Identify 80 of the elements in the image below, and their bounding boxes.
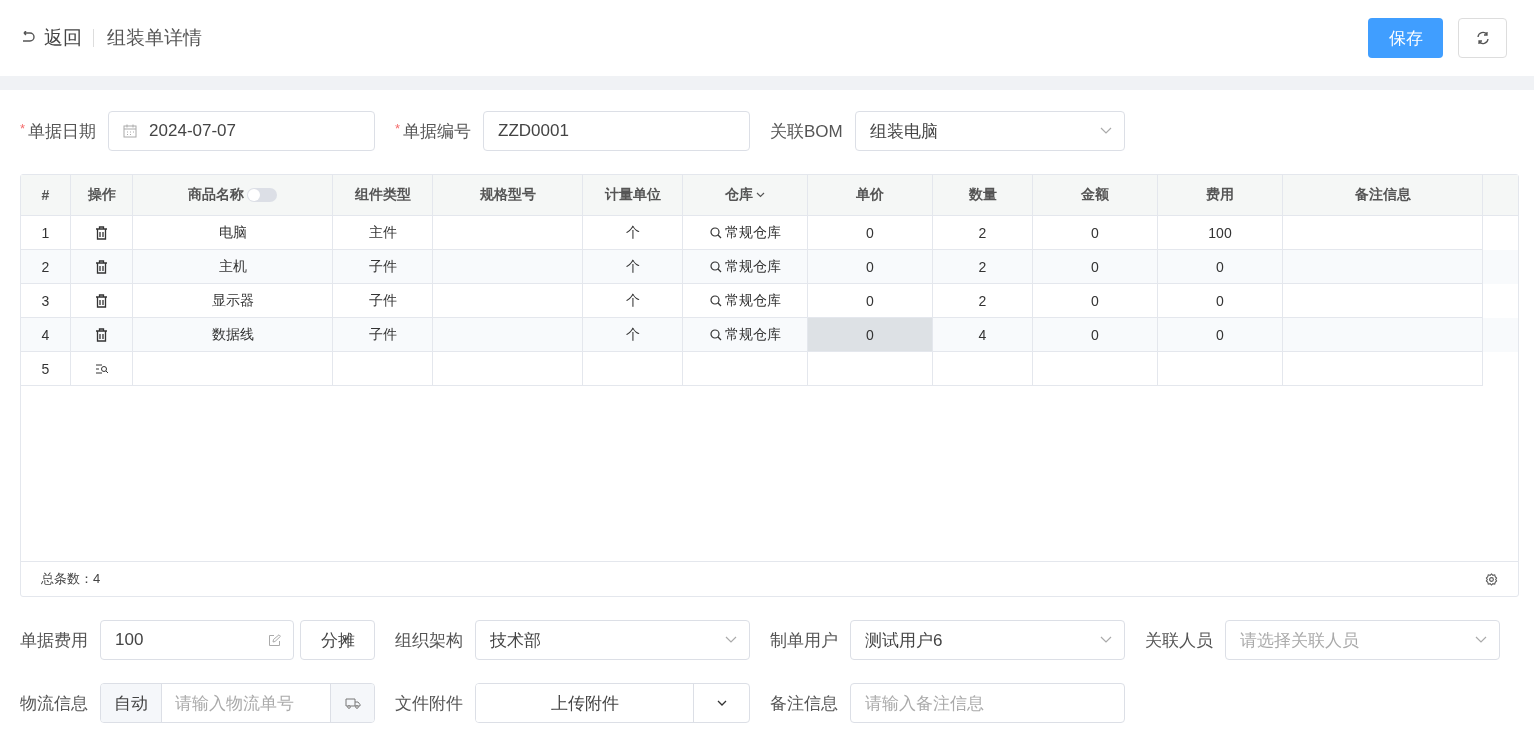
undo-icon <box>20 31 36 45</box>
select-field[interactable]: 测试用户6 <box>850 620 1125 660</box>
required-mark: * <box>395 121 401 136</box>
row-number: 5 <box>21 352 71 386</box>
chevron-down-icon <box>725 636 737 644</box>
row-number: 4 <box>21 318 71 352</box>
field-label: 关联BOM <box>770 120 844 143</box>
chevron-down-icon[interactable] <box>756 192 765 198</box>
select-field[interactable]: 组装电脑 <box>854 111 1125 151</box>
search-icon <box>709 294 722 307</box>
column-header: 单价 <box>808 175 933 215</box>
field-label: 关联人员 <box>1145 629 1214 652</box>
edit-icon <box>268 633 281 647</box>
table-cell: 个 <box>583 250 683 284</box>
date-field[interactable]: 2024-07-07 <box>108 111 375 151</box>
table-cell: 子件 <box>333 318 433 352</box>
column-header: # <box>21 175 71 215</box>
field-label: 单据日期 <box>28 120 98 143</box>
table-cell: 0 <box>1033 250 1158 284</box>
warehouse-link[interactable]: 常规仓库 <box>709 325 781 344</box>
table-cell: 主机 <box>133 250 333 284</box>
trash-icon[interactable] <box>95 259 108 274</box>
column-header: 备注信息 <box>1283 175 1483 215</box>
table-cell: 4 <box>933 318 1033 352</box>
chevron-down-icon <box>1475 636 1487 644</box>
column-header: 计量单位 <box>583 175 683 215</box>
table-cell: 个 <box>583 318 683 352</box>
warehouse-link[interactable]: 常规仓库 <box>709 257 781 276</box>
input-field[interactable]: ZZD0001 <box>483 111 750 151</box>
column-header: 金额 <box>1033 175 1158 215</box>
column-header: 仓库 <box>683 175 808 215</box>
refresh-button[interactable] <box>1458 18 1507 58</box>
table-cell: 子件 <box>333 250 433 284</box>
search-icon <box>709 260 722 273</box>
column-header: 商品名称 <box>133 175 333 215</box>
trash-icon[interactable] <box>95 225 108 240</box>
table-cell: 数据线 <box>133 318 333 352</box>
row-number: 2 <box>21 250 71 284</box>
table-cell: 0 <box>808 318 933 352</box>
field-label: 单据编号 <box>403 120 473 143</box>
table-cell: 0 <box>808 250 933 284</box>
column-header: 操作 <box>71 175 133 215</box>
trash-icon[interactable] <box>95 327 108 342</box>
chevron-down-icon <box>1100 127 1112 135</box>
table-cell: 0 <box>1158 250 1283 284</box>
chevron-down-icon <box>1100 636 1112 644</box>
search-icon <box>709 226 722 239</box>
input-field[interactable]: 自动 请输入物流单号 <box>100 683 375 723</box>
chevron-down-icon <box>716 700 727 706</box>
warehouse-link[interactable]: 常规仓库 <box>709 291 781 310</box>
warehouse-link[interactable]: 常规仓库 <box>709 223 781 242</box>
page-title: 组装单详情 <box>107 26 202 50</box>
column-header: 规格型号 <box>433 175 583 215</box>
field-label: 单据费用 <box>20 629 89 652</box>
table-cell: 0 <box>1033 318 1158 352</box>
field-label: 备注信息 <box>770 692 839 715</box>
field-label: 物流信息 <box>20 692 89 715</box>
split-button[interactable]: 分摊 <box>300 620 375 660</box>
required-mark: * <box>20 121 26 136</box>
calendar-icon <box>123 124 138 138</box>
trash-icon[interactable] <box>95 293 108 308</box>
field-label: 组织架构 <box>395 629 464 652</box>
list-search-icon[interactable] <box>94 363 109 374</box>
back-link[interactable]: 返回 <box>20 25 82 51</box>
truck-icon <box>344 697 361 709</box>
select-field[interactable]: 技术部 <box>475 620 750 660</box>
total-count: 总条数：4 <box>41 570 101 588</box>
column-header: 数量 <box>933 175 1033 215</box>
input-field[interactable]: 100 <box>100 620 294 660</box>
table-cell: 0 <box>1158 318 1283 352</box>
settings-icon[interactable] <box>1485 572 1498 586</box>
column-header: 费用 <box>1158 175 1283 215</box>
toggle-switch[interactable] <box>247 188 277 202</box>
column-header: 组件类型 <box>333 175 433 215</box>
search-icon <box>709 328 722 341</box>
field-label: 文件附件 <box>395 692 464 715</box>
field-label: 制单用户 <box>770 629 839 652</box>
input-prefix: 自动 <box>101 684 162 722</box>
refresh-icon <box>1474 30 1491 46</box>
table-cell: 2 <box>933 250 1033 284</box>
